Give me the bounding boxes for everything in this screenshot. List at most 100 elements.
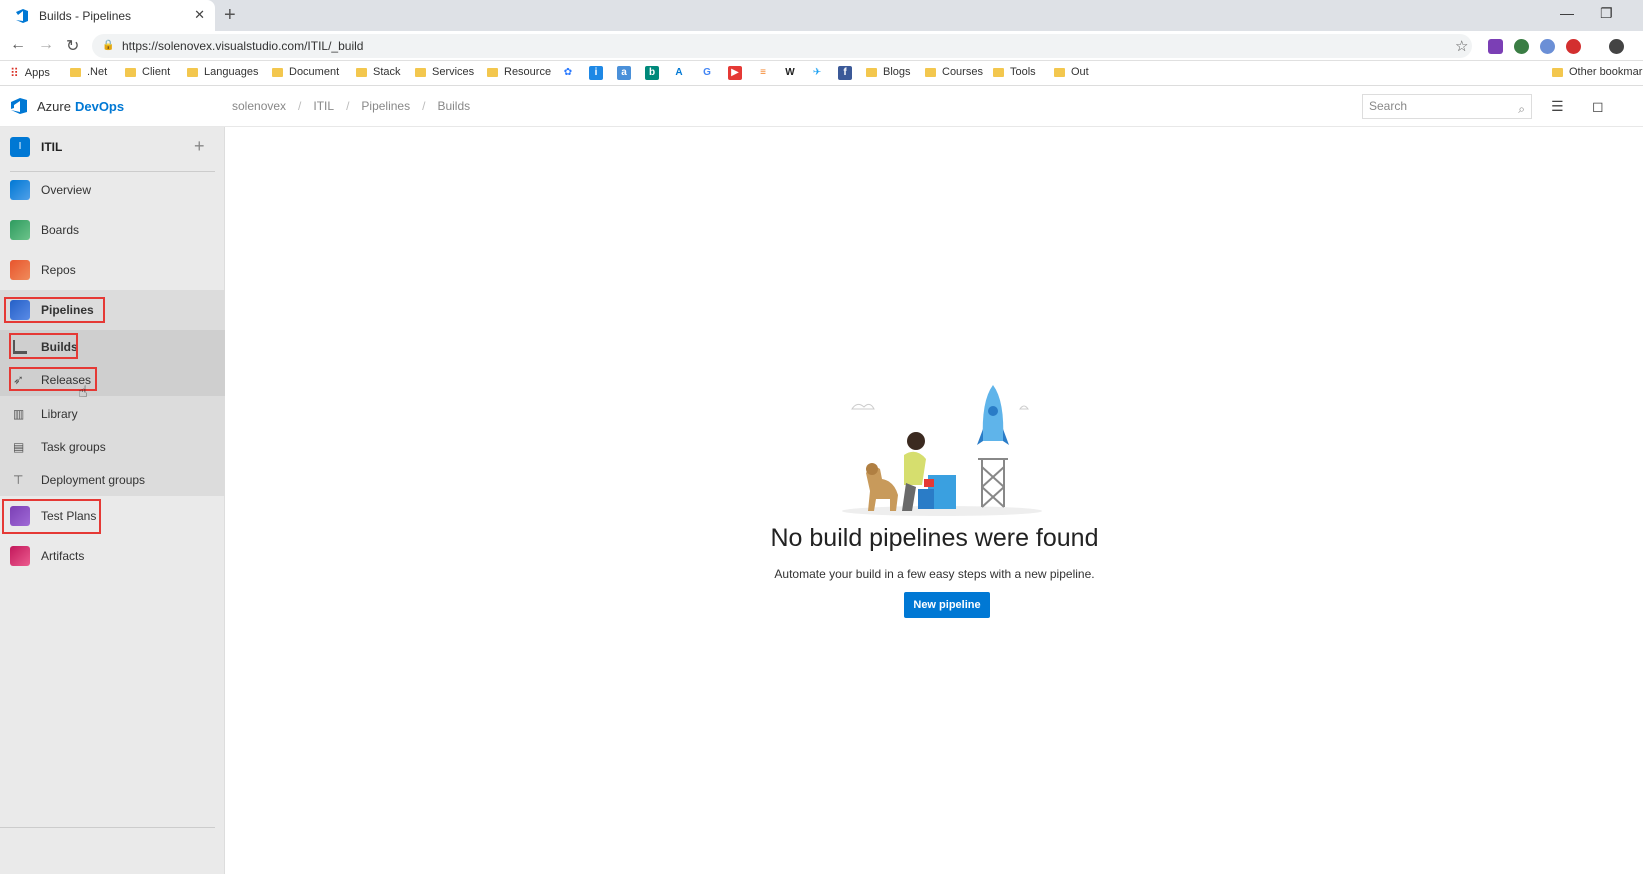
brand-prefix: Azure bbox=[37, 98, 71, 114]
task-list-icon[interactable]: ☰ bbox=[1551, 98, 1564, 115]
restore-icon[interactable]: ❐ bbox=[1600, 5, 1613, 22]
bookmark-stack[interactable]: Stack bbox=[356, 66, 401, 78]
sidebar-item-deployment-groups[interactable]: ⊤ Deployment groups bbox=[0, 463, 225, 496]
folder-icon bbox=[866, 67, 877, 77]
folder-icon bbox=[1552, 67, 1563, 77]
empty-state-title: No build pipelines were found bbox=[770, 524, 1099, 552]
empty-state-illustration bbox=[842, 385, 1042, 516]
youtube-bookmark-icon[interactable]: ▶ bbox=[728, 66, 742, 80]
bookmark-out[interactable]: Out bbox=[1054, 66, 1089, 78]
translate-bookmark-icon[interactable]: a bbox=[617, 66, 631, 80]
empty-state-subtitle: Automate your build in a few easy steps … bbox=[774, 567, 1095, 581]
breadcrumb: solenovex / ITIL / Pipelines / Builds bbox=[232, 99, 470, 113]
breadcrumb-pipelines[interactable]: Pipelines bbox=[361, 99, 410, 113]
repos-icon bbox=[10, 260, 30, 280]
google-bookmark-icon[interactable]: G bbox=[700, 66, 714, 80]
bookmark-apps[interactable]: ⠿ Apps bbox=[10, 66, 50, 80]
twitter-bookmark-icon[interactable]: ✈ bbox=[810, 66, 824, 80]
marketplace-bag-icon[interactable]: ◻ bbox=[1592, 98, 1604, 115]
browser-tab-strip: Builds - Pipelines ✕ + — ❐ bbox=[0, 0, 1643, 31]
ado-header: Azure DevOps solenovex / ITIL / Pipeline… bbox=[0, 86, 1643, 127]
folder-icon bbox=[993, 67, 1004, 77]
folder-icon bbox=[187, 67, 198, 77]
bookmark-courses[interactable]: Courses bbox=[925, 66, 983, 78]
library-icon: ▥ bbox=[13, 406, 25, 421]
project-header[interactable]: I ITIL + bbox=[0, 127, 225, 167]
divider bbox=[0, 827, 215, 828]
breadcrumb-separator: / bbox=[298, 99, 302, 113]
lock-icon: 🔒 bbox=[102, 40, 115, 51]
folder-icon bbox=[415, 67, 426, 77]
onenote-extension-icon[interactable] bbox=[1488, 39, 1503, 54]
facebook-bookmark-icon[interactable]: f bbox=[838, 66, 852, 80]
bookmark-net[interactable]: .Net bbox=[70, 66, 107, 78]
bookmark-icon[interactable]: i bbox=[589, 66, 603, 80]
bookmark-blogs[interactable]: Blogs bbox=[866, 66, 911, 78]
stackoverflow-bookmark-icon[interactable]: ≡ bbox=[756, 66, 770, 80]
artifacts-icon bbox=[10, 546, 30, 566]
breadcrumb-separator: / bbox=[422, 99, 426, 113]
bookmark-document[interactable]: Document bbox=[272, 66, 339, 78]
sidebar-item-artifacts[interactable]: Artifacts bbox=[0, 536, 225, 576]
address-bar: ← → ↻ 🔒 https://solenovex.visualstudio.c… bbox=[0, 31, 1643, 61]
profile-avatar[interactable] bbox=[1609, 39, 1624, 54]
forward-icon[interactable]: → bbox=[38, 36, 54, 54]
extension-icon[interactable] bbox=[1514, 39, 1529, 54]
bookmark-star-icon[interactable]: ☆ bbox=[1455, 37, 1468, 55]
sidebar-item-repos[interactable]: Repos bbox=[0, 250, 225, 290]
bookmark-resource[interactable]: Resource bbox=[487, 66, 551, 78]
wikipedia-bookmark-icon[interactable]: W bbox=[783, 66, 797, 80]
folder-icon bbox=[487, 67, 498, 77]
breadcrumb-separator: / bbox=[346, 99, 350, 113]
bookmarks-bar: ⠿ Apps .Net Client Languages Document Sta… bbox=[0, 61, 1643, 86]
azure-bookmark-icon[interactable]: A bbox=[672, 66, 686, 80]
bookmark-tools[interactable]: Tools bbox=[993, 66, 1036, 78]
breadcrumb-project[interactable]: ITIL bbox=[313, 99, 334, 113]
search-placeholder: Search bbox=[1369, 99, 1408, 113]
bookmark-client[interactable]: Client bbox=[125, 66, 170, 78]
sidebar-item-boards[interactable]: Boards bbox=[0, 210, 225, 250]
new-tab-icon[interactable]: + bbox=[224, 4, 236, 27]
bookmark-languages[interactable]: Languages bbox=[187, 66, 258, 78]
browser-tab[interactable]: Builds - Pipelines ✕ bbox=[0, 0, 215, 31]
close-tab-icon[interactable]: ✕ bbox=[194, 7, 205, 23]
sidebar: I ITIL + Overview Boards Repos Pipelines… bbox=[0, 127, 225, 874]
reload-icon[interactable]: ↻ bbox=[66, 36, 79, 56]
add-icon[interactable]: + bbox=[194, 136, 205, 157]
tab-title: Builds - Pipelines bbox=[39, 8, 132, 23]
url-text: https://solenovex.visualstudio.com/ITIL/… bbox=[122, 39, 364, 53]
paw-bookmark-icon[interactable]: ✿ bbox=[561, 66, 575, 80]
bookmark-other[interactable]: Other bookmarks bbox=[1552, 66, 1643, 78]
url-input[interactable]: 🔒 https://solenovex.visualstudio.com/ITI… bbox=[92, 34, 1472, 58]
search-icon[interactable]: ⌕ bbox=[1518, 98, 1525, 121]
azure-devops-favicon-icon bbox=[16, 8, 28, 23]
folder-icon bbox=[1054, 67, 1065, 77]
azure-devops-logo[interactable]: Azure DevOps bbox=[10, 97, 124, 115]
breadcrumb-organization[interactable]: solenovex bbox=[232, 99, 286, 113]
highlight-builds bbox=[9, 333, 78, 359]
main-content: No build pipelines were found Automate y… bbox=[226, 127, 1643, 874]
folder-icon bbox=[272, 67, 283, 77]
extension-icon[interactable] bbox=[1540, 39, 1555, 54]
opera-extension-icon[interactable] bbox=[1566, 39, 1581, 54]
bookmark-services[interactable]: Services bbox=[415, 66, 474, 78]
sidebar-item-task-groups[interactable]: ▤ Task groups bbox=[0, 430, 225, 463]
minimize-icon[interactable]: — bbox=[1560, 5, 1574, 21]
breadcrumb-builds[interactable]: Builds bbox=[437, 99, 470, 113]
bing-bookmark-icon[interactable]: b bbox=[645, 66, 659, 80]
back-icon[interactable]: ← bbox=[10, 36, 26, 54]
search-input[interactable]: Search ⌕ bbox=[1362, 94, 1532, 119]
brand-bold: DevOps bbox=[74, 98, 125, 114]
sidebar-item-overview[interactable]: Overview bbox=[0, 170, 225, 210]
project-name: ITIL bbox=[41, 140, 63, 154]
folder-icon bbox=[925, 67, 936, 77]
overview-icon bbox=[10, 180, 30, 200]
sidebar-item-library[interactable]: ▥ Library bbox=[0, 397, 225, 430]
task-groups-icon: ▤ bbox=[13, 439, 25, 454]
mouse-pointer-icon: ☝ bbox=[78, 384, 88, 401]
folder-icon bbox=[125, 67, 136, 77]
boards-icon bbox=[10, 220, 30, 240]
new-pipeline-button[interactable]: New pipeline bbox=[904, 592, 990, 618]
highlight-pipelines bbox=[4, 297, 105, 323]
highlight-test-plans bbox=[2, 499, 101, 534]
